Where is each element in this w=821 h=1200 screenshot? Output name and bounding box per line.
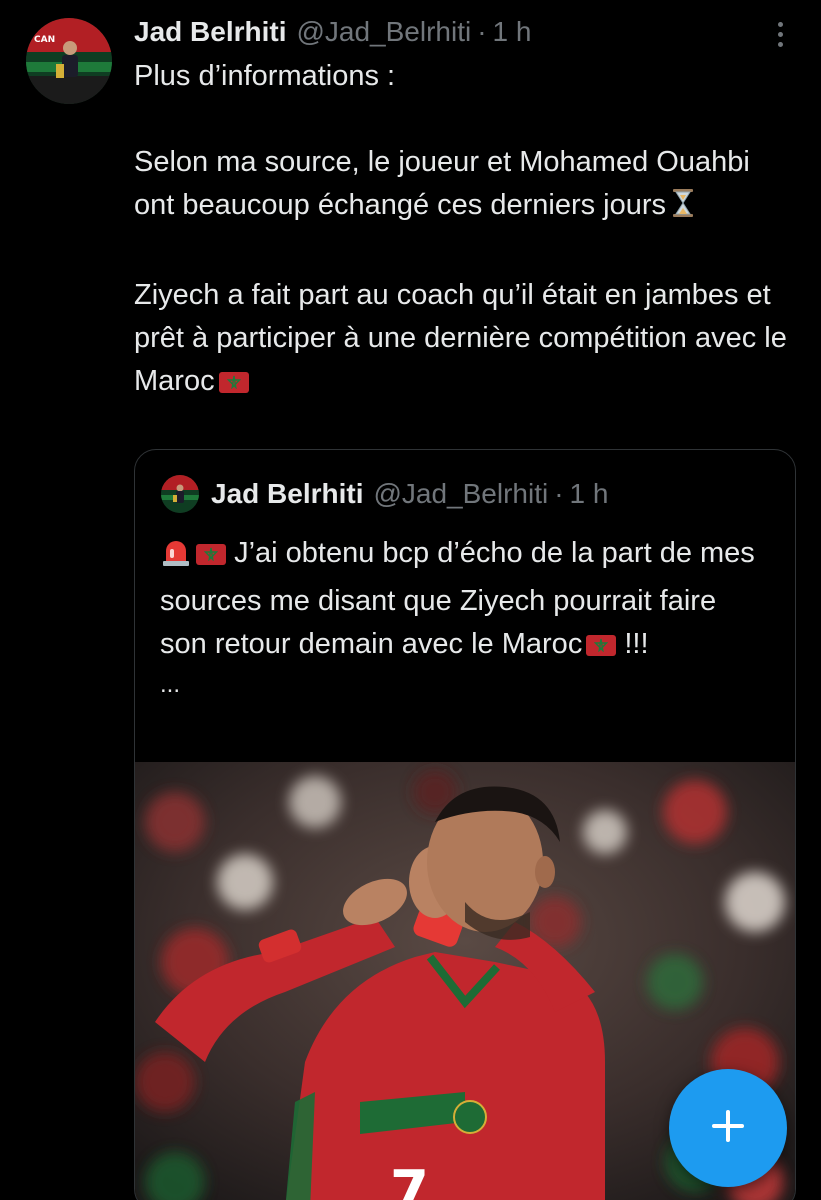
- morocco-flag-icon-quote-2: [586, 635, 617, 656]
- quoted-truncation: ...: [160, 671, 181, 698]
- quoted-author-handle: @Jad_Belrhiti: [373, 478, 549, 509]
- plus-icon: [708, 1106, 748, 1151]
- quoted-author-name: Jad Belrhiti: [211, 478, 364, 509]
- quoted-author-avatar: [161, 475, 199, 513]
- quoted-text-a: J’ai obtenu bcp d’écho de la part de mes…: [160, 537, 755, 660]
- quoted-timestamp: 1 h: [569, 478, 609, 509]
- author-handle[interactable]: @Jad_Belrhiti: [296, 16, 471, 48]
- quoted-paragraph: J’ai obtenu bcp d’écho de la part de mes…: [160, 532, 770, 666]
- hourglass-icon: [672, 188, 694, 231]
- quoted-tweet-header: Jad Belrhiti @Jad_Belrhiti · 1 h: [161, 474, 608, 514]
- quoted-tweet-text: J’ai obtenu bcp d’écho de la part de mes…: [160, 532, 770, 700]
- tweet-paragraph-3: Ziyech a fait part au coach qu’il était …: [134, 274, 794, 403]
- svg-text:CAN: CAN: [34, 35, 55, 45]
- tweet-paragraph-2: Selon ma source, le joueur et Mohamed Ou…: [134, 141, 794, 231]
- morocco-flag-icon-quote-1: [196, 544, 226, 565]
- more-vertical-icon[interactable]: [762, 14, 798, 54]
- siren-icon: [160, 537, 192, 580]
- tweet[interactable]: CAN Jad Belrhiti @Jad_Belrhiti · 1 h Plu…: [0, 0, 821, 1200]
- author-name[interactable]: Jad Belrhiti: [134, 16, 286, 48]
- tweet-text: Plus d’informations : Selon ma source, l…: [134, 55, 794, 403]
- author-avatar[interactable]: CAN: [26, 18, 112, 104]
- svg-text:7: 7: [390, 1159, 429, 1200]
- tweet-header: Jad Belrhiti @Jad_Belrhiti · 1 h: [134, 12, 531, 52]
- morocco-flag-icon: [218, 372, 249, 393]
- tweet-line-1: Plus d’informations :: [134, 60, 396, 92]
- separator-dot: ·: [477, 16, 487, 47]
- tweet-paragraph-2-text: Selon ma source, le joueur et Mohamed Ou…: [134, 146, 750, 221]
- quoted-separator-dot: ·: [554, 478, 564, 509]
- quoted-text-b: !!!: [624, 628, 649, 660]
- timestamp[interactable]: 1 h: [493, 16, 532, 48]
- compose-button[interactable]: [669, 1069, 787, 1187]
